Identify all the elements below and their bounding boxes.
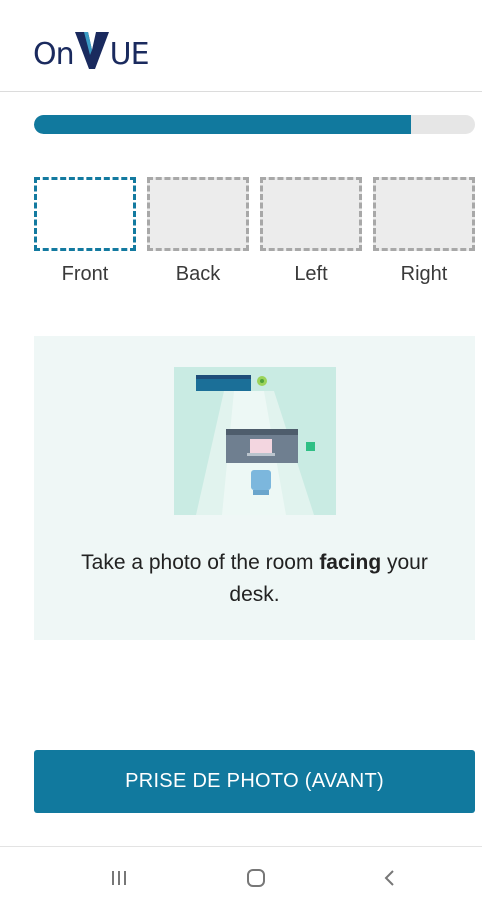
progress-bar bbox=[34, 115, 475, 134]
back-button[interactable] bbox=[370, 861, 410, 895]
recent-apps-button[interactable] bbox=[99, 861, 139, 895]
logo-text-on: On bbox=[33, 37, 75, 72]
room-desk-camera-illustration bbox=[174, 367, 336, 515]
photo-slot-front[interactable]: Front bbox=[34, 177, 136, 286]
app-header: On UE bbox=[0, 0, 482, 92]
photo-thumbnail bbox=[260, 177, 362, 251]
photo-slot-right[interactable]: Right bbox=[373, 177, 475, 286]
instruction-card: Take a photo of the room facing your des… bbox=[34, 336, 475, 640]
instruction-text-emphasis: facing bbox=[319, 551, 382, 574]
recent-apps-icon bbox=[112, 871, 126, 885]
photo-slot-label: Back bbox=[175, 263, 221, 285]
instruction-text-start: Take a photo of the room bbox=[81, 551, 320, 574]
logo-text-ue: UE bbox=[109, 37, 150, 72]
photo-slot-label: Left bbox=[294, 263, 328, 285]
instruction-text: Take a photo of the room facing your des… bbox=[54, 547, 455, 611]
photo-thumbnail bbox=[34, 177, 136, 251]
home-icon bbox=[247, 869, 265, 887]
screen: On UE Front Back Left Right Take a photo… bbox=[0, 0, 482, 909]
onvue-logo: On UE bbox=[33, 22, 150, 72]
system-nav-bar bbox=[0, 846, 482, 909]
photo-slot-label: Front bbox=[61, 263, 109, 285]
take-photo-button[interactable]: PRISE DE PHOTO (AVANT) bbox=[34, 750, 475, 813]
photo-slot-back[interactable]: Back bbox=[147, 177, 249, 286]
photo-thumbnail bbox=[147, 177, 249, 251]
photo-thumbnail bbox=[373, 177, 475, 251]
photo-slot-left[interactable]: Left bbox=[260, 177, 362, 286]
photo-slot-label: Right bbox=[400, 263, 448, 285]
home-button[interactable] bbox=[236, 861, 276, 895]
photo-slots: Front Back Left Right bbox=[34, 177, 475, 292]
logo-v-icon bbox=[74, 32, 109, 69]
progress-fill bbox=[34, 115, 412, 134]
back-icon bbox=[384, 870, 394, 886]
